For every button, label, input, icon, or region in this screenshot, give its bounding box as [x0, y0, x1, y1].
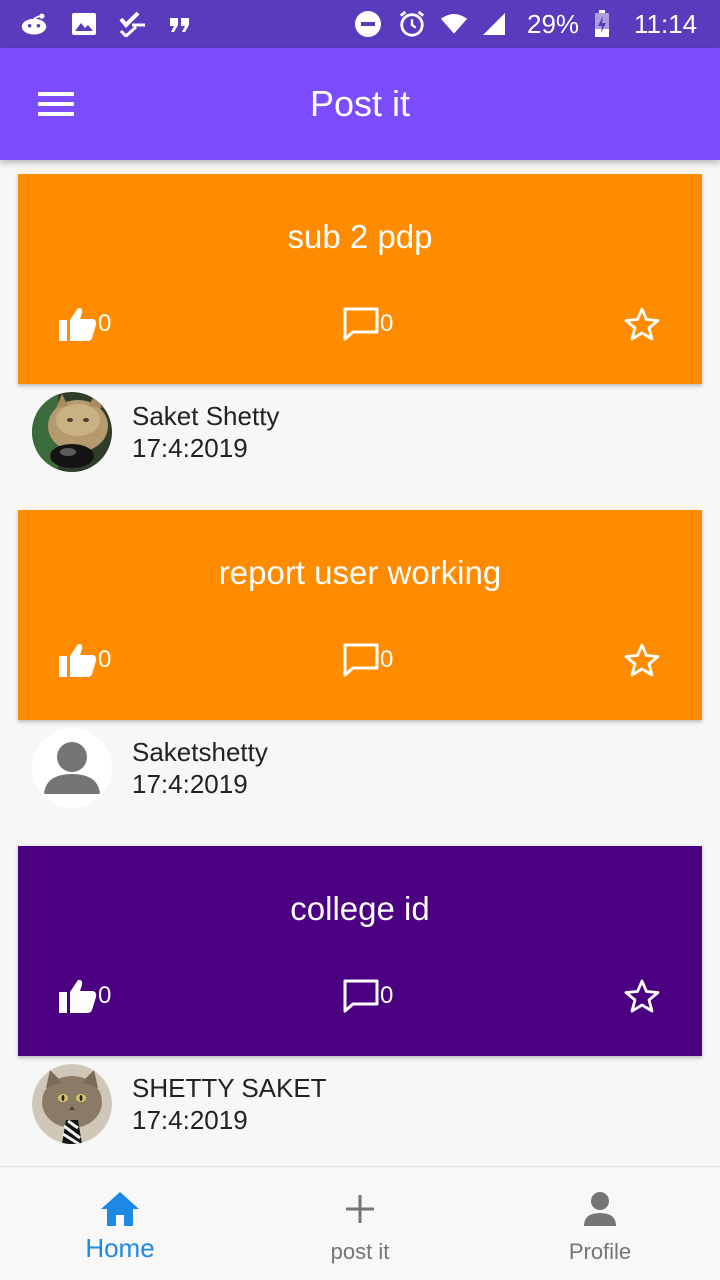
post-item: report user working 0 0 Saketshetty 17:4… — [0, 510, 720, 846]
like-count: 0 — [98, 982, 112, 1009]
post-date: 17:4:2019 — [132, 769, 248, 799]
post-item: sub 2 pdp 0 0 Saket Shetty 17:4:2019 — [0, 174, 720, 510]
comment-count: 0 — [380, 310, 394, 337]
thumbs-up-icon — [59, 307, 97, 341]
star-button[interactable] — [624, 640, 660, 680]
battery-charging-icon — [590, 10, 614, 38]
alarm-icon — [398, 10, 426, 38]
plus-icon — [240, 1189, 480, 1229]
like-count: 0 — [98, 646, 112, 673]
comment-icon — [343, 643, 379, 677]
bottom-navigation: Home post it Profile — [0, 1166, 720, 1280]
star-outline-icon — [624, 643, 660, 677]
signal-icon — [480, 10, 508, 38]
post-card[interactable]: report user working 0 0 — [18, 510, 702, 720]
author-name: Saket Shetty — [132, 401, 280, 431]
like-button[interactable]: 0 — [58, 304, 111, 344]
thumbs-up-icon — [59, 979, 97, 1013]
author-name: SHETTY SAKET — [132, 1073, 327, 1103]
post-item: college id 0 0 SHETTY SAKET 17:4:2019 — [0, 846, 720, 1166]
quote-icon — [166, 10, 194, 38]
nav-home-label: Home — [85, 1233, 155, 1263]
default-avatar-icon[interactable] — [32, 728, 112, 808]
wifi-icon — [440, 10, 468, 38]
comment-icon — [343, 307, 379, 341]
comment-count: 0 — [380, 646, 394, 673]
author-name: Saketshetty — [132, 737, 268, 767]
reddit-icon — [20, 10, 48, 38]
post-date: 17:4:2019 — [132, 433, 248, 463]
post-text: college id — [290, 890, 430, 927]
comment-icon — [343, 979, 379, 1013]
person-icon — [480, 1189, 720, 1229]
post-text: sub 2 pdp — [287, 218, 433, 255]
nav-profile[interactable]: Profile — [480, 1167, 720, 1280]
comment-button[interactable]: 0 — [342, 640, 393, 680]
post-feed[interactable]: sub 2 pdp 0 0 Saket Shetty 17:4:2019 rep… — [0, 160, 720, 1166]
star-button[interactable] — [624, 304, 660, 344]
comment-button[interactable]: 0 — [342, 976, 393, 1016]
like-button[interactable]: 0 — [58, 640, 111, 680]
like-count: 0 — [98, 310, 112, 337]
star-outline-icon — [624, 307, 660, 341]
comment-count: 0 — [380, 982, 394, 1009]
image-icon — [70, 10, 98, 38]
checklist-icon — [118, 10, 146, 38]
nav-profile-label: Profile — [568, 1239, 632, 1264]
app-bar: Post it — [0, 48, 720, 160]
comment-button[interactable]: 0 — [342, 304, 393, 344]
post-date: 17:4:2019 — [132, 1105, 248, 1135]
star-button[interactable] — [624, 976, 660, 1016]
do-not-disturb-icon — [354, 10, 382, 38]
nav-home[interactable]: Home — [0, 1167, 240, 1280]
app-title: Post it — [309, 83, 411, 124]
home-icon — [0, 1189, 240, 1229]
post-card[interactable]: college id 0 0 — [18, 846, 702, 1056]
status-clock: 11:14 — [634, 9, 698, 39]
status-bar: 29% 11:14 — [0, 0, 720, 48]
star-outline-icon — [624, 979, 660, 1013]
post-text: report user working — [218, 554, 502, 591]
nav-post-it[interactable]: post it — [240, 1167, 480, 1280]
like-button[interactable]: 0 — [58, 976, 111, 1016]
avatar[interactable] — [32, 392, 112, 472]
post-card[interactable]: sub 2 pdp 0 0 — [18, 174, 702, 384]
nav-post-it-label: post it — [330, 1239, 390, 1264]
battery-percentage: 29% — [527, 9, 580, 39]
thumbs-up-icon — [59, 643, 97, 677]
avatar[interactable] — [32, 1064, 112, 1144]
